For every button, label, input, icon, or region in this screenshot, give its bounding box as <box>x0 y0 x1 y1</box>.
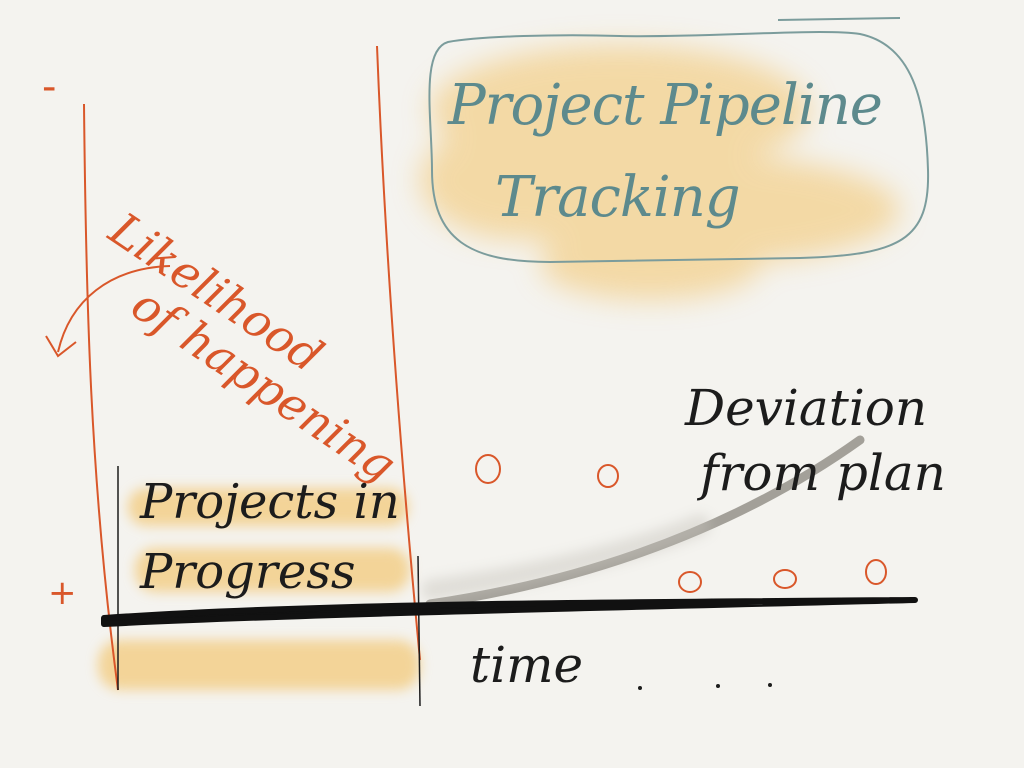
deviation-label-line-2: from plan <box>700 444 946 502</box>
projects-box-label-line-2: Progress <box>140 544 356 600</box>
diagram-title-line-1: Project Pipeline <box>448 73 883 138</box>
time-axis <box>101 597 918 627</box>
diagram-title-line-2: Tracking <box>495 165 741 230</box>
box-right-line <box>417 555 421 707</box>
y-axis-top-mark: - <box>42 64 56 110</box>
title-frame-tail <box>777 17 901 21</box>
pipeline-circle-icon <box>597 464 619 488</box>
y-axis-bottom-mark: + <box>48 573 77 613</box>
pipeline-circle-icon <box>865 559 887 585</box>
y-axis-line-left <box>83 103 119 691</box>
deviation-label-line-1: Deviation <box>685 379 928 437</box>
pipeline-circle-icon <box>773 569 797 589</box>
ellipsis-dots <box>638 683 772 690</box>
projects-box-label-line-1: Projects in <box>140 474 400 530</box>
pipeline-circle-icon <box>475 454 501 484</box>
x-axis-label: time <box>470 636 584 694</box>
pipeline-circle-icon <box>678 571 702 593</box>
